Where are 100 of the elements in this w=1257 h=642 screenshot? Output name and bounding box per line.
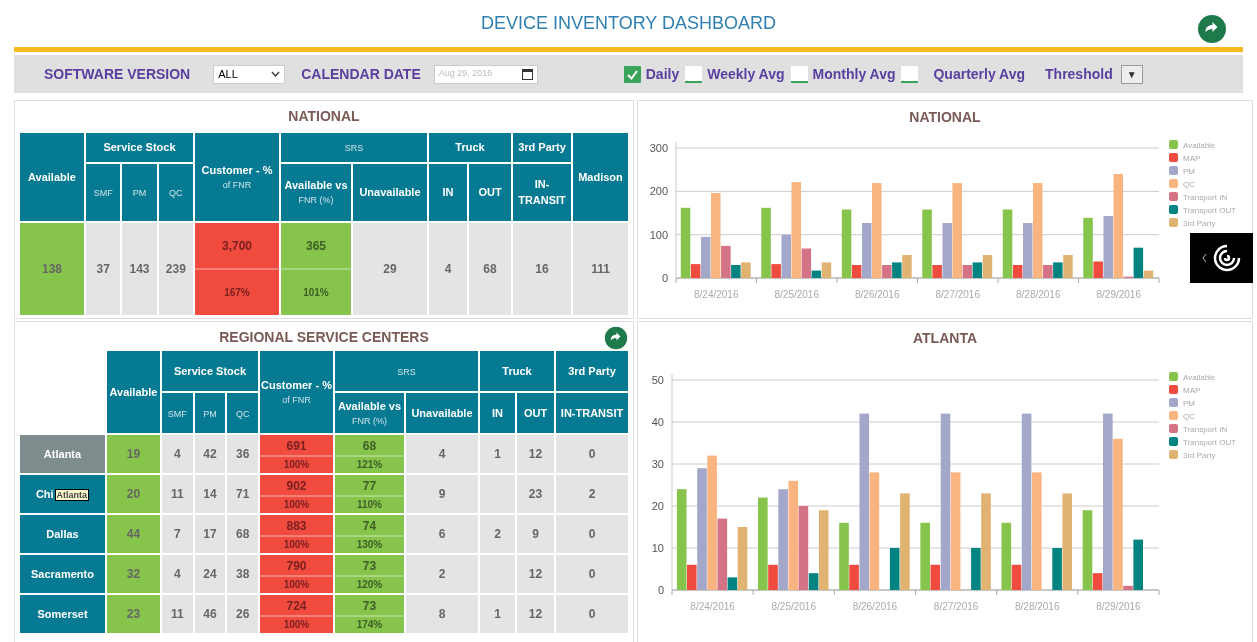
column-header: Madison: [573, 133, 628, 221]
column-header: Customer - % of FNR: [194, 133, 279, 221]
software-version-label: SOFTWARE VERSION: [44, 64, 191, 84]
region-row-button[interactable]: Sacramento: [20, 555, 105, 593]
table-cell: 6: [405, 515, 478, 553]
spiral-icon: [1213, 244, 1241, 272]
table-cell-text: 130%: [355, 537, 384, 552]
axis-tick-label: 20: [651, 500, 664, 512]
table-cell-text: 77: [361, 477, 378, 495]
checkbox[interactable]: [901, 65, 919, 83]
axis-tick-label: 0: [657, 584, 664, 596]
table-cell: 38: [227, 555, 258, 593]
axis-tick-label: 8/24/2016: [690, 601, 735, 612]
table-cell-text: 724: [285, 597, 308, 615]
table-cell: 143: [122, 223, 157, 315]
table-cell-text: 100%: [282, 457, 311, 472]
column-header: QC: [227, 393, 258, 433]
column-header: QC: [158, 163, 193, 221]
column-header: Truck: [429, 133, 511, 162]
column-header: Available vs FNR (%): [280, 163, 351, 221]
legend-label: PM: [1183, 399, 1195, 408]
checkbox[interactable]: [623, 65, 641, 83]
column-header: OUT: [517, 393, 554, 433]
table-cell: [480, 475, 515, 513]
column-header: Unavailable: [352, 163, 427, 221]
table-cell: 9: [405, 475, 478, 513]
table-cell-text: 167%: [223, 286, 251, 300]
panel-title: ATLANTA: [912, 329, 978, 348]
checkbox-label: Quarterly Avg: [933, 64, 1026, 84]
checkbox-label: Daily: [645, 64, 680, 84]
table-cell: 42: [194, 435, 226, 473]
table-cell-text: 365: [304, 237, 327, 255]
axis-tick-label: 8/27/2016: [933, 601, 979, 612]
region-row-button[interactable]: Somerset: [20, 595, 105, 633]
legend-label: 3rd Party: [1183, 451, 1216, 460]
table-cell: 8: [405, 595, 478, 633]
column-header: PM: [122, 163, 157, 221]
legend-label: Available: [1183, 373, 1216, 382]
column-header: IN: [480, 393, 515, 433]
table-cell: 20: [107, 475, 160, 513]
table-cell: 0: [556, 515, 628, 553]
axis-tick-label: 8/28/2016: [1016, 289, 1061, 300]
side-panel-tab[interactable]: [1190, 233, 1253, 283]
table-cell: 0: [556, 555, 628, 593]
threshold-dropdown-button[interactable]: ▼: [1120, 64, 1143, 84]
column-header: IN-TRANSIT: [513, 163, 571, 221]
threshold-label: Threshold: [1045, 64, 1113, 84]
panel-title: NATIONAL: [908, 108, 982, 127]
table-cell: 2: [480, 515, 515, 553]
table-cell: 29: [352, 223, 427, 315]
table-cell: 26: [227, 595, 258, 633]
axis-tick-label: 40: [651, 416, 664, 428]
table-cell: 12: [517, 595, 554, 633]
column-header: 3rd Party: [556, 351, 628, 391]
table-cell: 12: [517, 555, 554, 593]
panel-title: REGIONAL SERVICE CENTERS: [219, 328, 429, 347]
column-header: Available: [107, 351, 160, 433]
table-cell: 16: [513, 223, 571, 315]
table-cell-text: 73: [361, 557, 378, 575]
checkbox[interactable]: [685, 65, 703, 83]
column-header: Truck: [480, 351, 554, 391]
column-header: SRS: [334, 351, 478, 391]
table-cell: 4: [405, 435, 478, 473]
table-cell: 9: [517, 515, 554, 553]
legend-label: 3rd Party: [1183, 219, 1216, 228]
axis-tick-label: 8/25/2016: [774, 289, 819, 300]
checkbox[interactable]: [790, 65, 808, 83]
column-header: SMF: [86, 163, 121, 221]
legend-label: PM: [1183, 167, 1195, 176]
table-cell-text: 121%: [355, 457, 384, 472]
table-cell-text: 100%: [282, 497, 311, 512]
table-cell-text: 73: [361, 597, 378, 615]
axis-tick-label: 8/26/2016: [852, 601, 898, 612]
table-cell: 71: [227, 475, 258, 513]
table-cell-text: 174%: [355, 617, 384, 632]
software-version-dropdown[interactable]: ALL: [213, 64, 286, 84]
axis-tick-label: 8/25/2016: [771, 601, 816, 612]
table-cell: 68: [227, 515, 258, 553]
table-cell: 19: [107, 435, 160, 473]
table-cell: 2: [556, 475, 628, 513]
share-icon[interactable]: [604, 326, 628, 350]
table-cell: 46: [194, 595, 226, 633]
axis-tick-label: 8/27/2016: [935, 289, 980, 300]
share-icon[interactable]: [1197, 14, 1227, 44]
table-cell: 32: [107, 555, 160, 593]
column-header: Available: [20, 133, 84, 221]
region-row-button[interactable]: Atlanta: [20, 435, 105, 473]
region-row-button[interactable]: Dallas: [20, 515, 105, 553]
column-header: IN: [429, 163, 467, 221]
table-cell: 138: [20, 223, 84, 315]
table-cell: 4: [162, 435, 193, 473]
axis-tick-label: 30: [651, 458, 664, 470]
table-cell: 12: [517, 435, 554, 473]
calendar-icon: [521, 68, 533, 80]
table-cell-text: 691: [285, 437, 308, 455]
region-row-button[interactable]: Chi Atlanta: [20, 475, 105, 513]
table-cell: 1: [480, 595, 515, 633]
table-cell: 23: [517, 475, 554, 513]
table-cell: 4: [162, 555, 193, 593]
table-cell: 1: [480, 435, 515, 473]
